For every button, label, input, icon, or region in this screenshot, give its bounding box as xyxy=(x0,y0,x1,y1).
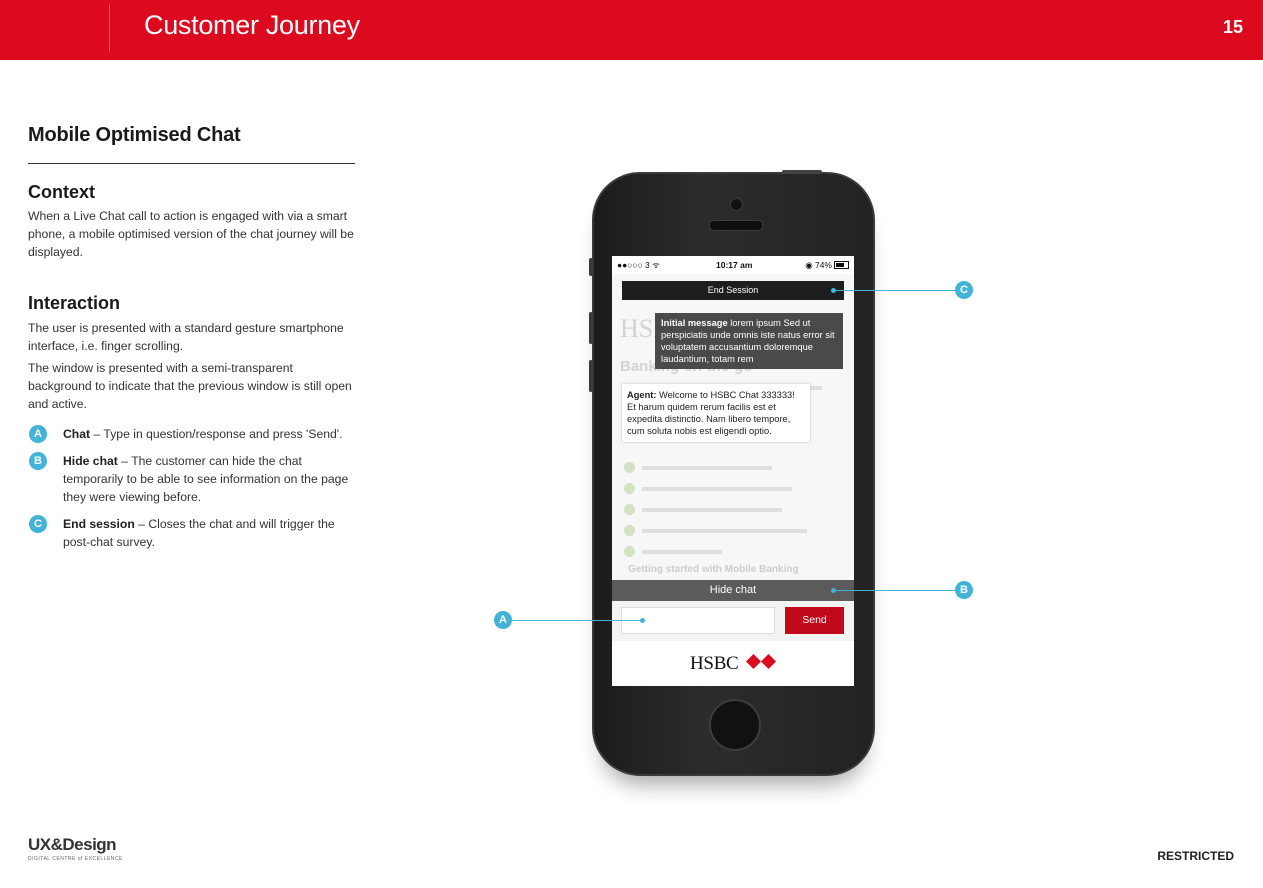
end-session-button[interactable]: End Session xyxy=(622,281,844,300)
restricted-label: RESTRICTED xyxy=(1157,849,1234,863)
callout-a-marker: A xyxy=(494,611,512,629)
chat-input-area: Send xyxy=(612,601,854,641)
callout-a-anchor xyxy=(640,618,645,623)
check-icon xyxy=(624,525,635,536)
battery-percent: ◉ 74% xyxy=(805,260,832,270)
volume-up-button xyxy=(589,312,593,344)
hide-chat-button[interactable]: Hide chat xyxy=(612,580,854,601)
background-text-line xyxy=(642,508,782,512)
power-button xyxy=(782,170,822,174)
check-icon xyxy=(624,483,635,494)
marker-a: A xyxy=(29,425,47,443)
check-icon xyxy=(624,546,635,557)
carrier-signal: ●●○○○ 3 ᯤ xyxy=(617,260,660,270)
interaction-body-1: The user is presented with a standard ge… xyxy=(28,321,344,353)
background-text-line xyxy=(642,487,792,491)
page-title: Customer Journey xyxy=(144,10,360,40)
interaction-heading: Interaction xyxy=(28,293,121,313)
initial-message-bubble: Initial message lorem ipsum Sed ut persp… xyxy=(655,313,843,369)
legend-item-hide-chat: B Hide chat – The customer can hide the … xyxy=(28,452,358,506)
page-number: 15 xyxy=(1222,17,1243,37)
status-bar: ●●○○○ 3 ᯤ 10:17 am ◉ 74% xyxy=(612,256,854,274)
status-time: 10:17 am xyxy=(716,260,753,270)
background-text-line xyxy=(642,466,772,470)
background-text-line xyxy=(642,550,722,554)
legend-item-end-session: C End session – Closes the chat and will… xyxy=(28,515,358,551)
agent-message-bubble: Agent: Welcome to HSBC Chat 333333! Et h… xyxy=(622,384,810,442)
legend-term: Hide chat xyxy=(63,454,118,468)
hsbc-footer: HSBC xyxy=(612,641,854,686)
send-button[interactable]: Send xyxy=(785,607,844,634)
header-divider xyxy=(109,4,110,52)
check-icon xyxy=(624,504,635,515)
home-button xyxy=(709,699,761,751)
section-title: Mobile Optimised Chat xyxy=(28,124,241,146)
marker-b: B xyxy=(29,452,47,470)
logo-sub-text: DIGITAL CENTRE of EXCELLENCE xyxy=(28,856,123,862)
phone-screen: ●●○○○ 3 ᯤ 10:17 am ◉ 74% HSBC Banking on… xyxy=(612,256,854,686)
logo-main-text: UX&Design xyxy=(28,835,117,854)
callout-a-line xyxy=(511,620,643,621)
volume-down-button xyxy=(589,360,593,392)
section-rule xyxy=(28,163,355,164)
uxdesign-logo: UX&Design DIGITAL CENTRE of EXCELLENCE xyxy=(28,835,123,862)
speaker-grille xyxy=(709,220,763,231)
legend-desc: – Type in question/response and press 'S… xyxy=(90,427,343,441)
mute-switch xyxy=(589,258,593,276)
context-heading: Context xyxy=(28,182,95,202)
interaction-body-2: The window is presented with a semi-tran… xyxy=(28,361,352,411)
callout-c-line xyxy=(834,290,956,291)
callout-c-marker: C xyxy=(955,281,973,299)
callout-b-line xyxy=(834,590,956,591)
hsbc-logo-text: HSBC xyxy=(690,653,739,674)
context-body: When a Live Chat call to action is engag… xyxy=(28,209,354,259)
battery-icon xyxy=(834,261,849,269)
camera-icon xyxy=(730,198,743,211)
legend-item-chat: A Chat – Type in question/response and p… xyxy=(28,425,358,443)
header-bar: Customer Journey 15 xyxy=(0,0,1263,60)
callout-b-marker: B xyxy=(955,581,973,599)
check-icon xyxy=(624,462,635,473)
marker-c: C xyxy=(29,515,47,533)
background-subheading: Getting started with Mobile Banking xyxy=(628,564,799,575)
background-text-line xyxy=(642,529,807,533)
legend-term: Chat xyxy=(63,427,91,441)
agent-label: Agent: xyxy=(627,390,657,400)
description-panel: Mobile Optimised Chat Context When a Liv… xyxy=(28,124,358,551)
hsbc-hexagon-icon xyxy=(746,654,776,669)
initial-message-label: Initial message xyxy=(661,318,728,328)
legend-term: End session xyxy=(63,517,135,531)
